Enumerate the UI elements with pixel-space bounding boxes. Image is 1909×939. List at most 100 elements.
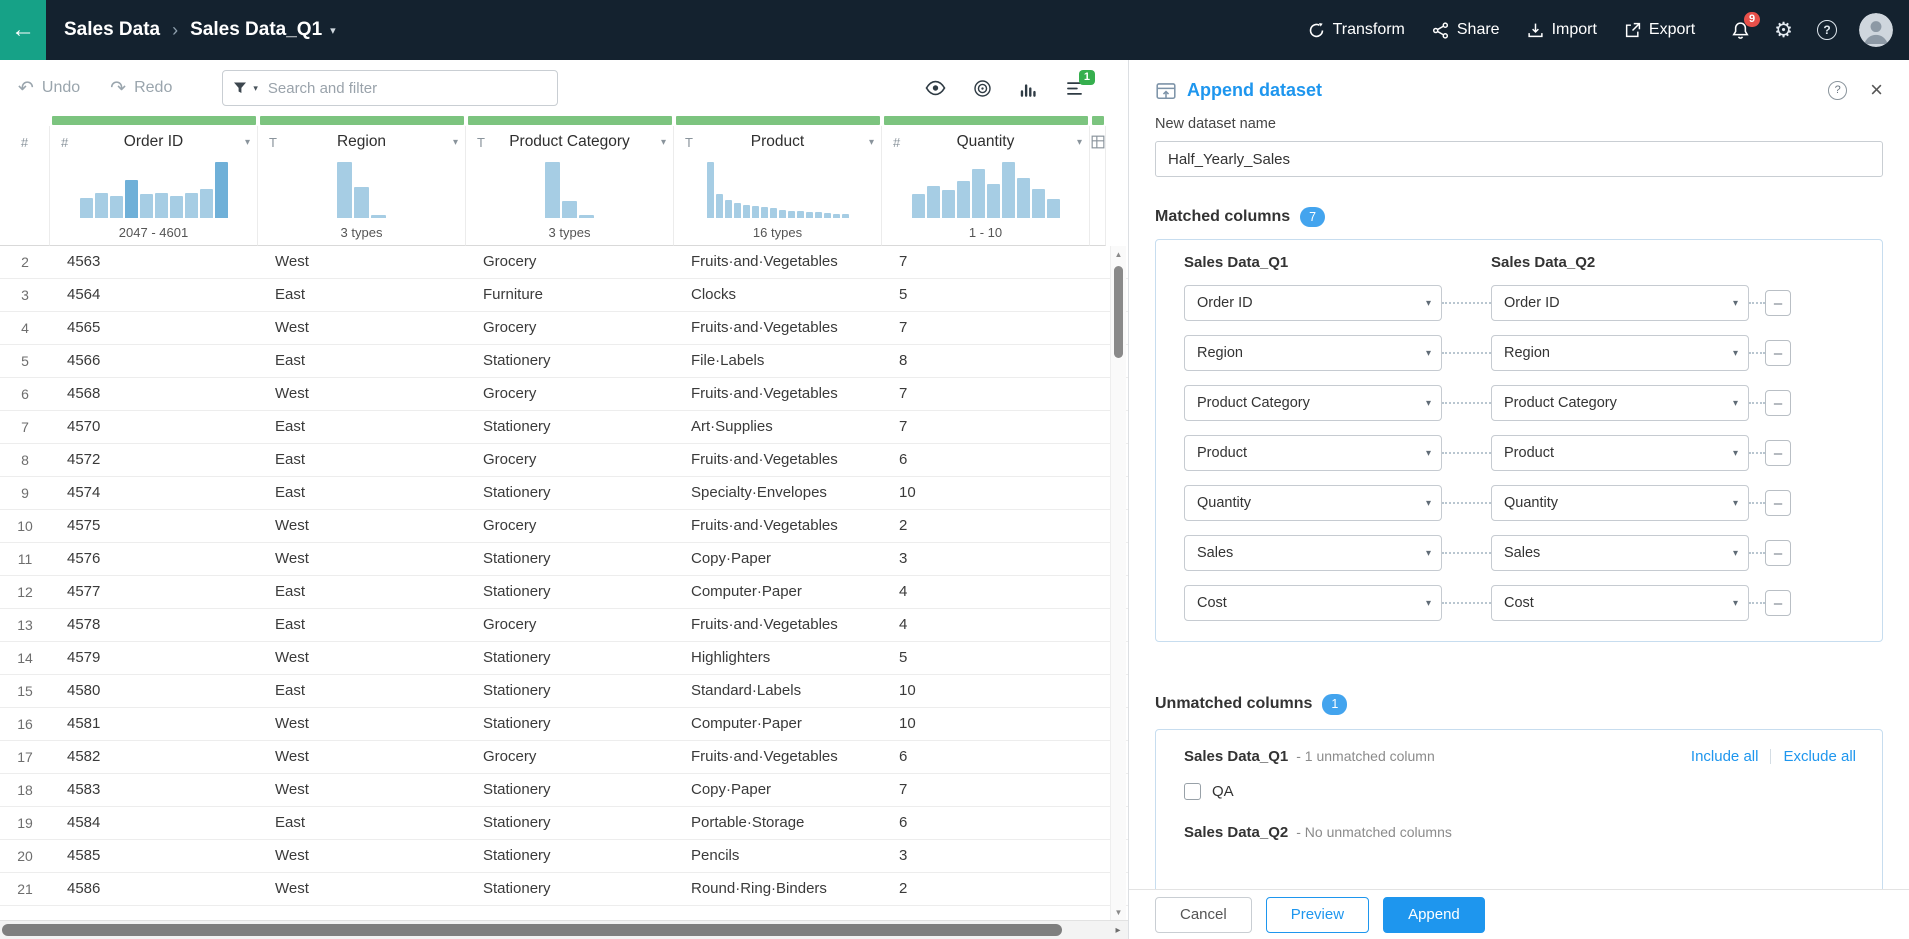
left-column-select[interactable]: Quantity▾: [1184, 485, 1442, 521]
table-cell[interactable]: 4570: [50, 411, 258, 443]
table-cell[interactable]: 4585: [50, 840, 258, 872]
table-cell[interactable]: West: [258, 873, 466, 905]
table-cell[interactable]: West: [258, 642, 466, 674]
left-column-select[interactable]: Sales▾: [1184, 535, 1442, 571]
append-button[interactable]: Append: [1383, 897, 1485, 933]
include-all-link[interactable]: Include all: [1691, 748, 1759, 765]
remove-pair-button[interactable]: –: [1765, 390, 1791, 416]
settings-button[interactable]: ⚙: [1774, 20, 1793, 41]
table-cell[interactable]: 7: [882, 312, 1090, 344]
vertical-scrollbar[interactable]: ▲ ▼: [1110, 246, 1126, 920]
table-cell[interactable]: 4581: [50, 708, 258, 740]
table-cell[interactable]: 8: [882, 345, 1090, 377]
table-cell[interactable]: West: [258, 543, 466, 575]
transform-button[interactable]: Transform: [1308, 21, 1405, 39]
table-cell[interactable]: Clocks: [674, 279, 882, 311]
vertical-scroll-thumb[interactable]: [1114, 266, 1123, 358]
column-menu-caret-icon[interactable]: ▾: [453, 137, 458, 148]
table-cell[interactable]: 6: [882, 807, 1090, 839]
table-cell[interactable]: 7: [882, 378, 1090, 410]
column-histogram-region[interactable]: 3 types: [258, 158, 466, 246]
scroll-down-arrow[interactable]: ▼: [1111, 904, 1126, 920]
table-cell[interactable]: 5: [882, 642, 1090, 674]
table-cell[interactable]: West: [258, 246, 466, 278]
table-cell[interactable]: Grocery: [466, 378, 674, 410]
undo-button[interactable]: ↶ Undo: [18, 77, 80, 100]
table-cell[interactable]: West: [258, 708, 466, 740]
table-cell[interactable]: 2: [882, 873, 1090, 905]
table-cell[interactable]: East: [258, 444, 466, 476]
table-cell[interactable]: Stationery: [466, 774, 674, 806]
table-cell[interactable]: 4580: [50, 675, 258, 707]
table-cell[interactable]: West: [258, 510, 466, 542]
table-cell[interactable]: 10: [882, 708, 1090, 740]
left-column-select[interactable]: Product▾: [1184, 435, 1442, 471]
table-cell[interactable]: East: [258, 609, 466, 641]
table-cell[interactable]: 7: [882, 246, 1090, 278]
horizontal-scrollbar[interactable]: ▸: [0, 920, 1128, 939]
table-cell[interactable]: 6: [882, 444, 1090, 476]
column-header-order-id[interactable]: #Order ID▾: [50, 126, 258, 158]
table-cell[interactable]: 10: [882, 675, 1090, 707]
column-menu-caret-icon[interactable]: ▾: [661, 137, 666, 148]
remove-pair-button[interactable]: –: [1765, 290, 1791, 316]
table-cell[interactable]: Specialty·Envelopes: [674, 477, 882, 509]
table-cell[interactable]: 5: [882, 279, 1090, 311]
table-cell[interactable]: East: [258, 279, 466, 311]
data-quality-button[interactable]: [973, 79, 992, 98]
table-cell[interactable]: Stationery: [466, 708, 674, 740]
table-cell[interactable]: 4577: [50, 576, 258, 608]
remove-pair-button[interactable]: –: [1765, 440, 1791, 466]
table-cell[interactable]: 4: [882, 576, 1090, 608]
column-header-product-category[interactable]: TProduct Category▾: [466, 126, 674, 158]
right-column-select[interactable]: Product Category▾: [1491, 385, 1749, 421]
table-cell[interactable]: East: [258, 345, 466, 377]
table-cell[interactable]: Grocery: [466, 246, 674, 278]
table-cell[interactable]: West: [258, 741, 466, 773]
table-cell[interactable]: 4586: [50, 873, 258, 905]
table-cell[interactable]: East: [258, 576, 466, 608]
table-cell[interactable]: Stationery: [466, 543, 674, 575]
table-cell[interactable]: 4574: [50, 477, 258, 509]
table-cell[interactable]: Stationery: [466, 873, 674, 905]
table-cell[interactable]: Fruits·and·Vegetables: [674, 378, 882, 410]
table-cell[interactable]: Computer·Paper: [674, 708, 882, 740]
search-filter-box[interactable]: ▾: [222, 70, 558, 106]
table-cell[interactable]: 4578: [50, 609, 258, 641]
table-cell[interactable]: East: [258, 675, 466, 707]
table-cell[interactable]: Fruits·and·Vegetables: [674, 312, 882, 344]
horizontal-scroll-thumb[interactable]: [2, 924, 1062, 936]
remove-pair-button[interactable]: –: [1765, 540, 1791, 566]
column-stats-button[interactable]: [1019, 80, 1038, 97]
table-cell[interactable]: Stationery: [466, 576, 674, 608]
column-menu-caret-icon[interactable]: ▾: [245, 137, 250, 148]
table-cell[interactable]: 4575: [50, 510, 258, 542]
table-cell[interactable]: Computer·Paper: [674, 576, 882, 608]
table-cell[interactable]: Stationery: [466, 675, 674, 707]
back-button[interactable]: ←: [0, 0, 46, 60]
table-cell[interactable]: 6: [882, 741, 1090, 773]
left-column-select[interactable]: Product Category▾: [1184, 385, 1442, 421]
remove-pair-button[interactable]: –: [1765, 590, 1791, 616]
left-column-select[interactable]: Region▾: [1184, 335, 1442, 371]
table-cell[interactable]: 4564: [50, 279, 258, 311]
table-cell[interactable]: Pencils: [674, 840, 882, 872]
table-cell[interactable]: 7: [882, 411, 1090, 443]
table-cell[interactable]: 4563: [50, 246, 258, 278]
remove-pair-button[interactable]: –: [1765, 490, 1791, 516]
table-cell[interactable]: Stationery: [466, 642, 674, 674]
dataset-name-input[interactable]: [1155, 141, 1883, 177]
scroll-right-arrow[interactable]: ▸: [1110, 921, 1126, 939]
share-button[interactable]: Share: [1432, 21, 1500, 39]
right-column-select[interactable]: Cost▾: [1491, 585, 1749, 621]
redo-button[interactable]: ↷ Redo: [110, 77, 172, 100]
table-cell[interactable]: Portable·Storage: [674, 807, 882, 839]
table-cell[interactable]: Art·Supplies: [674, 411, 882, 443]
column-histogram-product-category[interactable]: 3 types: [466, 158, 674, 246]
table-cell[interactable]: 4572: [50, 444, 258, 476]
avatar[interactable]: [1859, 13, 1893, 47]
table-cell[interactable]: 4566: [50, 345, 258, 377]
column-histogram-product[interactable]: 16 types: [674, 158, 882, 246]
preview-button[interactable]: Preview: [1266, 897, 1369, 933]
table-cell[interactable]: West: [258, 378, 466, 410]
